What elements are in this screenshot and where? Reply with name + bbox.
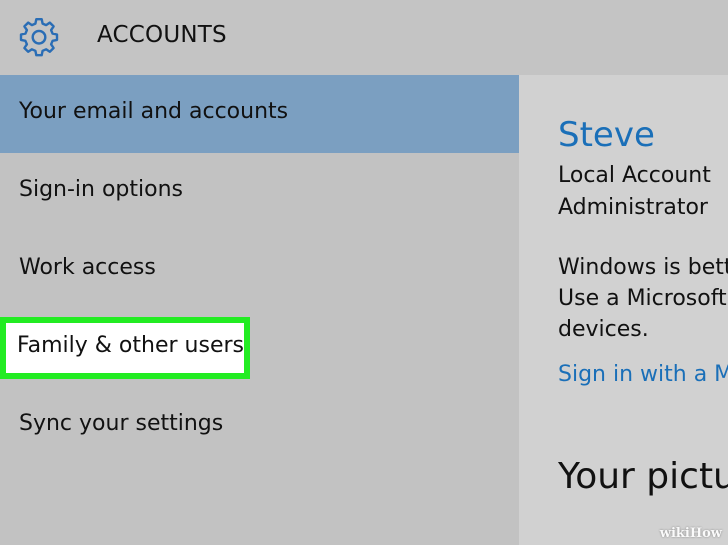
sidebar-item-label: Sign-in options — [19, 177, 184, 202]
settings-window: ACCOUNTS Your email and accounts Sign-in… — [0, 0, 728, 545]
sidebar-item-email-accounts[interactable]: Your email and accounts — [0, 75, 519, 153]
sidebar-item-label: Work access — [19, 255, 156, 280]
header-bar: ACCOUNTS — [0, 0, 728, 75]
sidebar-item-family-other-users[interactable]: Family & other users — [0, 309, 519, 387]
watermark-logo: wikiHow — [659, 526, 722, 541]
info-text-line: Windows is bett — [558, 255, 728, 280]
info-text-line: Use a Microsoft — [558, 286, 727, 311]
info-text-line: devices. — [558, 317, 649, 342]
sidebar-item-work-access[interactable]: Work access — [0, 231, 519, 309]
account-content-panel: Steve Local Account Administrator Window… — [519, 75, 728, 545]
page-title: ACCOUNTS — [97, 22, 227, 48]
user-name: Steve — [558, 115, 655, 155]
sidebar-item-sign-in-options[interactable]: Sign-in options — [0, 153, 519, 231]
sidebar-item-label: Family & other users — [17, 333, 244, 358]
picture-section-heading: Your pictu — [558, 456, 728, 497]
sidebar-item-label: Sync your settings — [19, 411, 224, 436]
account-type: Local Account — [558, 163, 711, 188]
sidebar-item-sync-settings[interactable]: Sync your settings — [0, 387, 519, 465]
sidebar: Your email and accounts Sign-in options … — [0, 75, 519, 545]
gear-icon[interactable] — [18, 15, 60, 57]
microsoft-sign-in-link[interactable]: Sign in with a M — [558, 362, 728, 387]
account-role: Administrator — [558, 195, 708, 220]
sidebar-item-label: Your email and accounts — [19, 99, 289, 124]
